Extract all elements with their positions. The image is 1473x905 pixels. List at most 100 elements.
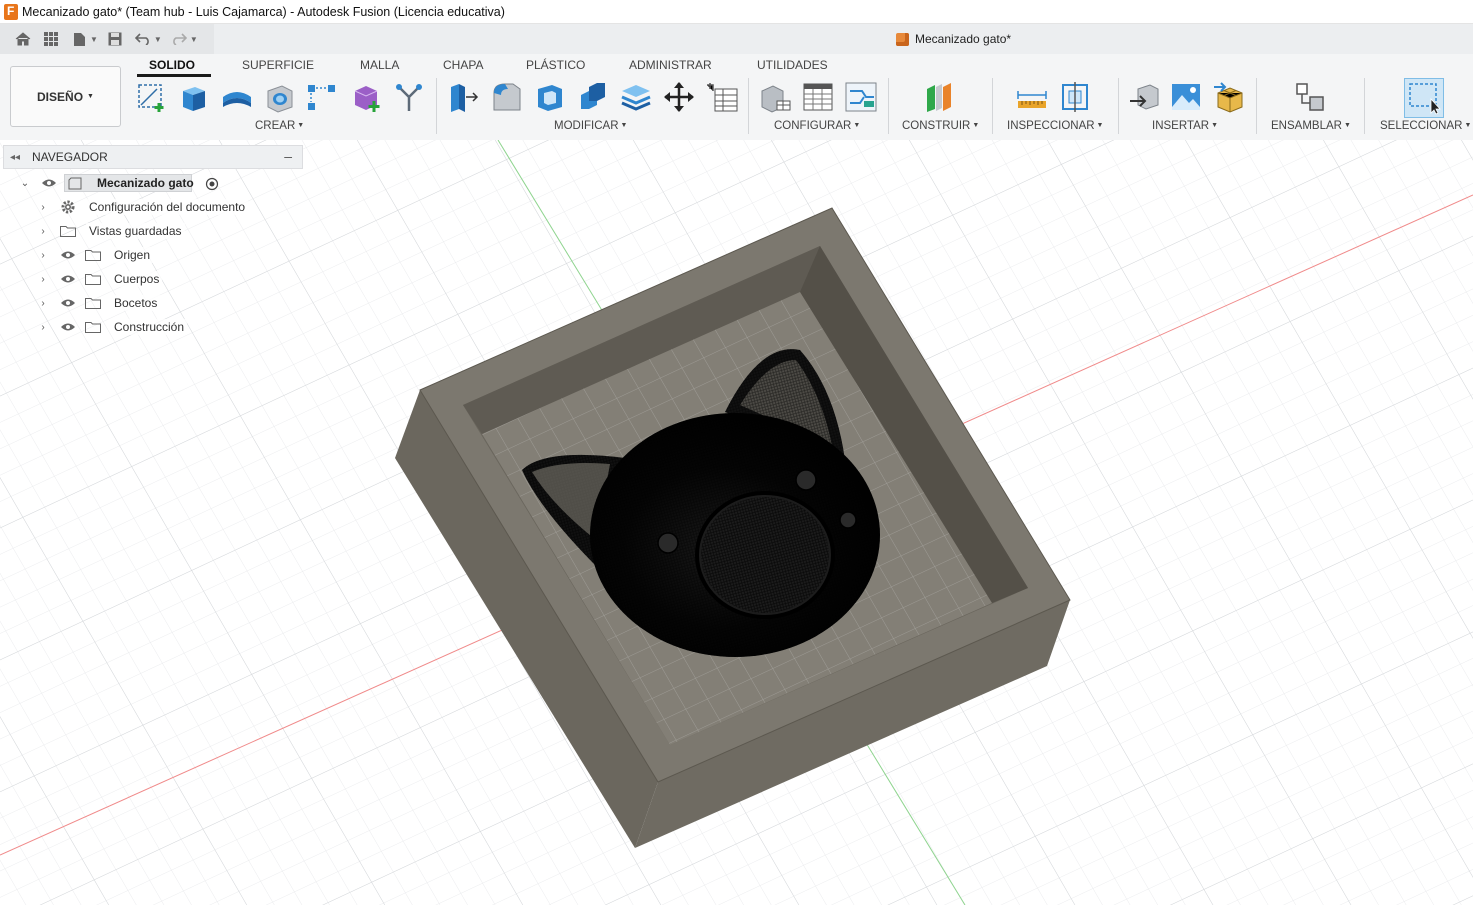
workspace-dropdown[interactable]: DISEÑO ▼ (10, 66, 121, 127)
active-tab-indicator (137, 74, 211, 77)
tab-malla[interactable]: MALLA (360, 58, 399, 72)
chevron-right-icon[interactable]: › (38, 298, 48, 309)
chevron-down-icon[interactable]: ⌄ (20, 178, 30, 189)
tab-chapa[interactable]: CHAPA (443, 58, 483, 72)
group-inspeccionar-label: INSPECCIONAR (1007, 120, 1095, 132)
folder-icon (60, 226, 76, 237)
file-menu-caret-icon[interactable]: ▼ (90, 35, 98, 44)
gear-icon (61, 200, 75, 214)
measure-icon[interactable] (1015, 80, 1049, 114)
group-configurar[interactable]: CONFIGURAR ▼ (774, 120, 860, 132)
revolve-icon[interactable] (220, 80, 254, 114)
group-ensamblar[interactable]: ENSAMBLAR ▼ (1271, 120, 1351, 132)
undo-caret-icon[interactable]: ▼ (154, 35, 162, 44)
root-label: Mecanizado gato (97, 176, 194, 190)
chevron-right-icon[interactable]: › (38, 226, 48, 237)
tree-item-construccion[interactable]: › Construcción (0, 316, 200, 338)
workspace-label: DISEÑO (37, 89, 84, 104)
tree-item-label: Origen (111, 247, 154, 263)
ribbon-separator (1364, 78, 1365, 134)
collapse-icon[interactable]: ◂◂ (4, 152, 26, 163)
offset-face-icon[interactable] (619, 80, 653, 114)
create-form-icon[interactable] (349, 80, 383, 114)
move-icon[interactable] (662, 80, 696, 114)
chevron-right-icon[interactable]: › (38, 202, 48, 213)
group-modificar[interactable]: MODIFICAR ▼ (554, 120, 627, 132)
eye-icon[interactable] (60, 250, 76, 260)
tab-utilidades[interactable]: UTILIDADES (757, 58, 828, 72)
configuration-rules-icon[interactable] (844, 80, 878, 114)
save-icon[interactable] (104, 28, 126, 50)
tree-item-vistas[interactable]: › Vistas guardadas (0, 220, 200, 242)
derive-icon[interactable] (392, 80, 426, 114)
section-analysis-icon[interactable] (1058, 80, 1092, 114)
configure-model-icon[interactable] (758, 80, 792, 114)
ribbon-separator (436, 78, 437, 134)
file-icon[interactable] (68, 28, 90, 50)
extrude-icon[interactable] (176, 80, 210, 114)
grid-icon[interactable] (40, 28, 62, 50)
tab-administrar[interactable]: ADMINISTRAR (629, 58, 712, 72)
fusion-logo-icon (4, 3, 18, 20)
group-construir[interactable]: CONSTRUIR ▼ (902, 120, 979, 132)
document-icon (68, 177, 82, 190)
home-icon[interactable] (12, 28, 34, 50)
group-modificar-label: MODIFICAR (554, 120, 619, 132)
ribbon-separator (888, 78, 889, 134)
configuration-table-icon[interactable] (801, 80, 835, 114)
eye-icon[interactable] (60, 298, 76, 308)
eye-icon[interactable] (60, 274, 76, 284)
group-inspeccionar[interactable]: INSPECCIONAR ▼ (1007, 120, 1103, 132)
shell-icon[interactable] (533, 80, 567, 114)
navigator-header[interactable]: ◂◂ NAVEGADOR – (3, 145, 303, 169)
chevron-right-icon[interactable]: › (38, 250, 48, 261)
canvas-viewport[interactable] (0, 140, 1473, 905)
eye-icon[interactable] (60, 322, 76, 332)
undo-icon[interactable] (132, 28, 154, 50)
activate-radio-icon[interactable] (205, 177, 219, 191)
insert-derive-icon[interactable] (1127, 80, 1161, 114)
insert-mesh-icon[interactable] (1212, 80, 1246, 114)
chevron-right-icon[interactable]: › (38, 274, 48, 285)
folder-icon (85, 274, 101, 285)
viewport-graphics[interactable] (0, 140, 1473, 905)
browser-navigator: ◂◂ NAVEGADOR – (3, 145, 303, 169)
ribbon: DISEÑO ▼ SOLIDO SUPERFICIE MALLA CHAPA P… (0, 54, 1473, 140)
tab-solido[interactable]: SOLIDO (149, 58, 195, 72)
press-pull-icon[interactable] (446, 80, 480, 114)
construct-plane-icon[interactable] (922, 80, 956, 114)
ribbon-separator (1256, 78, 1257, 134)
parameters-icon[interactable] (705, 80, 739, 114)
document-tab[interactable]: Mecanizado gato* (896, 32, 1011, 46)
tree-item-label: Configuración del documento (86, 199, 249, 215)
tree-item-label: Bocetos (111, 295, 161, 311)
redo-icon[interactable] (168, 28, 190, 50)
quick-access-toolbar: ▼ ▼ ▼ (0, 24, 214, 54)
pattern-icon[interactable] (305, 80, 339, 114)
folder-icon (85, 322, 101, 333)
create-sketch-icon[interactable] (134, 80, 168, 114)
minimize-icon[interactable]: – (284, 148, 292, 164)
group-crear[interactable]: CREAR ▼ (255, 120, 304, 132)
group-seleccionar[interactable]: SELECCIONAR ▼ (1380, 120, 1471, 132)
tab-superficie[interactable]: SUPERFICIE (242, 58, 314, 72)
select-window-icon[interactable] (1404, 78, 1444, 118)
tree-root[interactable]: ⌄ Mecanizado gato (0, 172, 240, 194)
document-tab-label: Mecanizado gato* (915, 32, 1012, 46)
eye-icon[interactable] (41, 178, 57, 188)
redo-caret-icon[interactable]: ▼ (190, 35, 198, 44)
tree-item-cuerpos[interactable]: › Cuerpos (0, 268, 170, 290)
group-ensamblar-label: ENSAMBLAR (1271, 120, 1342, 132)
tree-item-bocetos[interactable]: › Bocetos (0, 292, 170, 314)
fillet-icon[interactable] (490, 80, 524, 114)
insert-canvas-icon[interactable] (1169, 80, 1203, 114)
chevron-right-icon[interactable]: › (38, 322, 48, 333)
combine-icon[interactable] (576, 80, 610, 114)
tab-plastico[interactable]: PLÁSTICO (526, 58, 585, 72)
new-component-icon[interactable] (1293, 80, 1327, 114)
tree-item-configuracion[interactable]: › Configuración del documento (0, 196, 270, 218)
tree-item-origen[interactable]: › Origen (0, 244, 160, 266)
hole-icon[interactable] (263, 80, 297, 114)
group-insertar[interactable]: INSERTAR ▼ (1152, 120, 1218, 132)
group-crear-label: CREAR (255, 120, 296, 132)
